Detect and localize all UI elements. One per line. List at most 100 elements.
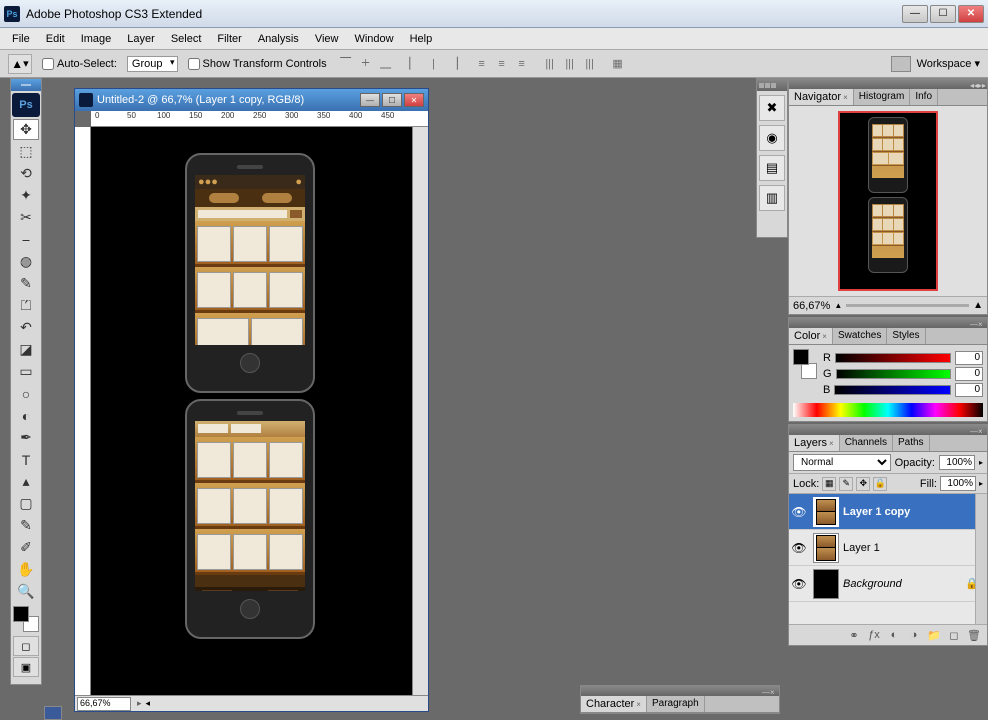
lock-position-icon[interactable]: ✥ [856, 477, 870, 491]
distribute-right-icon[interactable]: ||| [581, 55, 599, 73]
layer-row[interactable]: 👁 Layer 1 copy [789, 494, 987, 530]
tab-paths[interactable]: Paths [893, 435, 930, 451]
doc-maximize-button[interactable]: ☐ [382, 93, 402, 107]
panel-header[interactable]: —× [789, 318, 987, 328]
panel-header[interactable]: ◂◂▸▸ [789, 79, 987, 89]
distribute-bottom-icon[interactable]: ≡ [513, 55, 531, 73]
layer-row[interactable]: 👁 Background 🔒 [789, 566, 987, 602]
magic-wand-tool[interactable]: ✦ [13, 185, 39, 206]
show-transform-checkbox[interactable]: Show Transform Controls [188, 58, 327, 70]
tab-swatches[interactable]: Swatches [833, 328, 887, 344]
screen-mode-toggle[interactable]: ▣ [13, 657, 39, 677]
menu-select[interactable]: Select [163, 30, 210, 48]
new-layer-icon[interactable]: ◻ [945, 627, 963, 643]
tool-presets-icon[interactable]: ▤ [759, 155, 785, 181]
document-titlebar[interactable]: Untitled-2 @ 66,7% (Layer 1 copy, RGB/8)… [75, 89, 428, 111]
visibility-toggle[interactable]: 👁 [789, 541, 809, 555]
lock-all-icon[interactable]: 🔒 [873, 477, 887, 491]
tab-info[interactable]: Info [910, 89, 938, 105]
align-left-icon[interactable]: ▏ [405, 55, 423, 73]
stamp-tool[interactable]: ⏍ [13, 295, 39, 316]
zoom-input[interactable]: 66,67% [77, 697, 131, 711]
layer-style-icon[interactable]: ƒx [865, 627, 883, 643]
gradient-tool[interactable]: ▭ [13, 361, 39, 382]
eyedropper-tool[interactable]: ✐ [13, 537, 39, 558]
delete-layer-icon[interactable]: 🗑 [965, 627, 983, 643]
canvas[interactable]: ●●●● ●●● [91, 127, 412, 695]
close-button[interactable]: ✕ [958, 5, 984, 23]
menu-analysis[interactable]: Analysis [250, 30, 307, 48]
history-brush-tool[interactable]: ↶ [13, 317, 39, 338]
taskbar-document-icon[interactable] [44, 706, 62, 720]
new-group-icon[interactable]: 📁 [925, 627, 943, 643]
panel-header[interactable]: —× [581, 686, 779, 696]
move-tool[interactable]: ✥ [13, 119, 39, 140]
tab-navigator[interactable]: Navigator× [789, 89, 854, 105]
fill-input[interactable]: 100% [940, 476, 976, 491]
vertical-scrollbar[interactable] [412, 127, 428, 695]
eraser-tool[interactable]: ◪ [13, 339, 39, 360]
panel-header[interactable]: —× [789, 425, 987, 435]
tab-character[interactable]: Character× [581, 696, 647, 712]
zoom-out-icon[interactable]: ▲ [834, 301, 842, 310]
pen-tool[interactable]: ✒ [13, 427, 39, 448]
menu-window[interactable]: Window [346, 30, 401, 48]
auto-select-checkbox[interactable]: Auto-Select: [42, 58, 117, 70]
lasso-tool[interactable]: ⟲ [13, 163, 39, 184]
layer-thumbnail[interactable] [813, 569, 839, 599]
blur-tool[interactable]: ○ [13, 383, 39, 404]
horizontal-scrollbar[interactable]: ◂ [146, 698, 151, 709]
color-fgbg-swatch[interactable] [793, 349, 817, 379]
toolbox-handle[interactable] [11, 79, 41, 91]
maximize-button[interactable]: ☐ [930, 5, 956, 23]
r-value[interactable]: 0 [955, 351, 983, 365]
distribute-v-icon[interactable]: ≡ [493, 55, 511, 73]
foreground-color-swatch[interactable] [13, 606, 29, 622]
doc-minimize-button[interactable]: — [360, 93, 380, 107]
layer-name[interactable]: Layer 1 [843, 542, 880, 554]
healing-tool[interactable]: ◍ [13, 251, 39, 272]
menu-edit[interactable]: Edit [38, 30, 73, 48]
zoom-in-icon[interactable]: ▲ [973, 300, 983, 311]
tab-color[interactable]: Color× [789, 328, 833, 344]
brush-tool[interactable]: ✎ [13, 273, 39, 294]
layer-row[interactable]: 👁 Layer 1 [789, 530, 987, 566]
lock-transparency-icon[interactable]: ▦ [822, 477, 836, 491]
auto-align-icon[interactable]: ▦ [609, 55, 627, 73]
g-slider[interactable] [836, 369, 951, 379]
align-top-icon[interactable]: ⎺ [337, 55, 355, 73]
b-value[interactable]: 0 [955, 383, 983, 397]
strip-header[interactable] [757, 79, 787, 91]
zoom-tool[interactable]: 🔍 [13, 581, 39, 602]
tab-paragraph[interactable]: Paragraph [647, 696, 705, 712]
crop-tool[interactable]: ✂ [13, 207, 39, 228]
blend-mode-dropdown[interactable]: Normal [793, 454, 891, 471]
visibility-toggle[interactable]: 👁 [789, 505, 809, 519]
type-tool[interactable]: T [13, 449, 39, 470]
opacity-input[interactable]: 100% [939, 455, 975, 470]
marquee-tool[interactable]: ⬚ [13, 141, 39, 162]
path-select-tool[interactable]: ▴ [13, 471, 39, 492]
layer-thumbnail[interactable] [813, 533, 839, 563]
lock-pixels-icon[interactable]: ✎ [839, 477, 853, 491]
navigator-zoom-slider[interactable] [846, 304, 969, 307]
layer-name[interactable]: Layer 1 copy [843, 506, 910, 518]
hand-tool[interactable]: ✋ [13, 559, 39, 580]
link-layers-icon[interactable]: ⚭ [845, 627, 863, 643]
workspace-dropdown[interactable]: Workspace ▾ [917, 57, 980, 70]
align-hcenter-icon[interactable]: | [425, 55, 443, 73]
tab-channels[interactable]: Channels [840, 435, 893, 451]
doc-close-button[interactable]: ✕ [404, 93, 424, 107]
foreground-background-colors[interactable] [13, 606, 39, 632]
tab-layers[interactable]: Layers× [789, 435, 840, 451]
color-spectrum[interactable] [793, 403, 983, 417]
menu-help[interactable]: Help [402, 30, 441, 48]
minimize-button[interactable]: — [902, 5, 928, 23]
align-bottom-icon[interactable]: ⎽ [377, 55, 395, 73]
dodge-tool[interactable]: ◐ [13, 405, 39, 426]
palette-icon[interactable] [891, 56, 911, 72]
notes-tool[interactable]: ✎ [13, 515, 39, 536]
r-slider[interactable] [835, 353, 951, 363]
clone-source-icon[interactable]: ◉ [759, 125, 785, 151]
layer-thumbnail[interactable] [813, 497, 839, 527]
